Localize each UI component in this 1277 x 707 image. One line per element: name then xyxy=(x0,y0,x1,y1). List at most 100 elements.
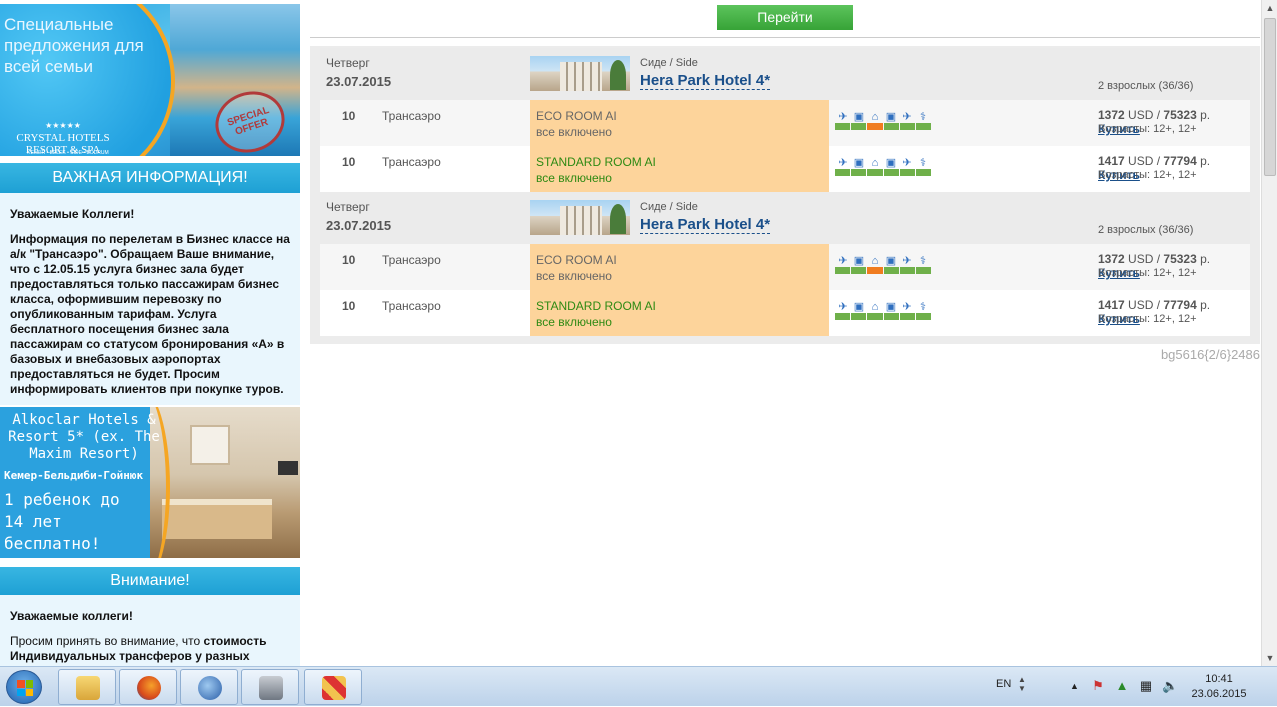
go-button[interactable]: Перейти xyxy=(717,5,853,30)
bus-icon: ▣ xyxy=(853,255,865,267)
left-sidebar: Специальные предложения для всей семьи ★… xyxy=(0,0,300,666)
volume-icon[interactable]: 🔈 xyxy=(1162,678,1178,694)
plane-icon: ✈ xyxy=(838,255,848,267)
plane-icon: ✈ xyxy=(838,157,848,169)
hotel-name-link[interactable]: Hera Park Hotel 4* xyxy=(640,72,771,90)
nights: 10 xyxy=(342,253,356,267)
bus-icon: ▣ xyxy=(853,111,865,123)
offer-row: 10 Трансаэро STANDARD ROOM AI все включе… xyxy=(320,146,1250,192)
insurance-icon: ⚕ xyxy=(920,111,926,123)
bus-icon: ▣ xyxy=(853,157,865,169)
availability-bars xyxy=(835,123,932,130)
windows-logo-icon xyxy=(17,680,33,696)
availability-bars xyxy=(835,313,932,320)
availability-bars xyxy=(835,169,932,176)
action-center-icon[interactable]: ⚑ xyxy=(1090,678,1106,694)
alkoclar-banner[interactable]: Alkoclar Hotels & Resort 5* (ex. The Max… xyxy=(0,407,300,558)
firefox-icon[interactable] xyxy=(119,669,177,705)
start-button[interactable] xyxy=(6,670,42,704)
hotel-icon: ⌂ xyxy=(871,157,879,169)
top-bar: Перейти xyxy=(310,0,1260,38)
scroll-down-icon[interactable]: ▼ xyxy=(1262,650,1277,666)
hotel-date: 23.07.2015 xyxy=(326,218,392,233)
show-hidden-icons[interactable]: ▲ xyxy=(1070,681,1079,691)
service-icons: ✈ ▣ ⌂ ▣ ✈ ⚕ xyxy=(835,155,931,169)
nights: 10 xyxy=(342,299,356,313)
airline: Трансаэро xyxy=(382,155,441,169)
plane-icon: ✈ xyxy=(838,301,848,313)
ages: Возрасты: 12+, 12+ xyxy=(1098,123,1197,135)
bus-icon: ▣ xyxy=(885,301,897,313)
bus-icon: ▣ xyxy=(885,255,897,267)
service-icons: ✈ ▣ ⌂ ▣ ✈ ⚕ xyxy=(835,299,931,313)
vertical-scrollbar[interactable]: ▲ ▼ xyxy=(1261,0,1277,666)
room-name: ECO ROOM AI xyxy=(536,253,617,267)
network-icon[interactable]: ▦ xyxy=(1138,678,1154,694)
hotel-day: Четверг xyxy=(326,200,370,214)
room-name: ECO ROOM AI xyxy=(536,109,617,123)
thunderbird-icon[interactable] xyxy=(180,669,238,705)
plane-icon: ✈ xyxy=(902,255,912,267)
hotel-location: Сиде / Side xyxy=(640,201,698,213)
bus-icon: ▣ xyxy=(885,111,897,123)
insurance-icon: ⚕ xyxy=(920,301,926,313)
hotel-pax: 2 взрослых (36/36) xyxy=(1098,80,1194,92)
plane-icon: ✈ xyxy=(902,301,912,313)
taskbar: EN ▲ ▼ ▲ ⚑ ▲ ▦ 🔈 10:41 23.06.2015 xyxy=(0,666,1277,706)
insurance-icon: ⚕ xyxy=(920,157,926,169)
important-info-body: Уважаемые Коллеги! Информация по перелет… xyxy=(0,193,300,405)
language-indicator[interactable]: EN xyxy=(996,678,1011,690)
hotel-name-link[interactable]: Hera Park Hotel 4* xyxy=(640,216,771,234)
scroll-thumb[interactable] xyxy=(1264,18,1276,176)
scroll-up-icon[interactable]: ▲ xyxy=(1262,0,1277,16)
airline: Трансаэро xyxy=(382,253,441,267)
archive-icon[interactable] xyxy=(241,669,299,705)
hotel-room-image xyxy=(150,407,300,558)
room-name: STANDARD ROOM AI xyxy=(536,299,656,313)
service-icons: ✈ ▣ ⌂ ▣ ✈ ⚕ xyxy=(835,109,931,123)
meal-plan: все включено xyxy=(536,269,612,283)
system-clock[interactable]: 10:41 23.06.2015 xyxy=(1184,672,1254,702)
offer-row: 10 Трансаэро ECO ROOM AI все включено ✈ ▣… xyxy=(320,244,1250,290)
clock-date: 23.06.2015 xyxy=(1191,688,1247,700)
attention-greeting: Уважаемые коллеги! xyxy=(10,609,133,623)
banner2-offer: 1 ребенок до 14 лет бесплатно! xyxy=(4,490,120,553)
footer-code: bg5616{2/6}2486 xyxy=(1160,347,1260,362)
app-icon[interactable] xyxy=(304,669,362,705)
main-content: Перейти Четверг 23.07.2015 Сиде / Side H… xyxy=(310,0,1260,666)
bus-icon: ▣ xyxy=(853,301,865,313)
hotel-day: Четверг xyxy=(326,56,370,70)
meal-plan: все включено xyxy=(536,125,612,139)
hotel-thumbnail[interactable] xyxy=(530,56,630,91)
plane-icon: ✈ xyxy=(838,111,848,123)
attention-body: Уважаемые коллеги! Просим принять во вни… xyxy=(0,595,300,666)
hotel-thumbnail[interactable] xyxy=(530,200,630,235)
room-cell: ECO ROOM AI все включено xyxy=(530,244,829,290)
google-drive-icon[interactable]: ▲ xyxy=(1114,678,1130,694)
room-cell: STANDARD ROOM AI все включено xyxy=(530,146,829,192)
plane-icon: ✈ xyxy=(902,111,912,123)
banner-headline: Специальные предложения для всей семьи xyxy=(4,15,144,76)
important-text: Информация по перелетам в Бизнес классе … xyxy=(10,232,290,396)
hotel-icon: ⌂ xyxy=(871,301,879,313)
banner-locations: KEMER • BELEK • SIDE • BODRUM xyxy=(27,150,109,156)
hotel-pax: 2 взрослых (36/36) xyxy=(1098,224,1194,236)
ages: Возрасты: 12+, 12+ xyxy=(1098,313,1197,325)
room-cell: STANDARD ROOM AI все включено xyxy=(530,290,829,336)
bus-icon: ▣ xyxy=(885,157,897,169)
crystal-hotels-banner[interactable]: Специальные предложения для всей семьи ★… xyxy=(0,4,300,156)
language-switch-icon[interactable]: ▲ ▼ xyxy=(1018,675,1026,693)
file-explorer-icon[interactable] xyxy=(58,669,116,705)
banner2-location: Кемер-Бельдиби-Гойнюк xyxy=(4,469,144,482)
meal-plan: все включено xyxy=(536,315,612,329)
clock-time: 10:41 xyxy=(1205,673,1233,685)
attention-text: Просим принять во внимание, что xyxy=(10,634,201,648)
attention-header: Внимание! xyxy=(0,567,300,595)
airline: Трансаэро xyxy=(382,299,441,313)
banner2-hotel: Alkoclar Hotels & Resort 5* (ex. The Max… xyxy=(8,412,160,462)
service-icons: ✈ ▣ ⌂ ▣ ✈ ⚕ xyxy=(835,253,931,267)
offer-row: 10 Трансаэро STANDARD ROOM AI все включе… xyxy=(320,290,1250,336)
plane-icon: ✈ xyxy=(902,157,912,169)
important-info-header: ВАЖНАЯ ИНФОРМАЦИЯ! xyxy=(0,163,300,193)
hotel-header: Четверг 23.07.2015 Сиде / Side Hera Park… xyxy=(320,48,1250,102)
